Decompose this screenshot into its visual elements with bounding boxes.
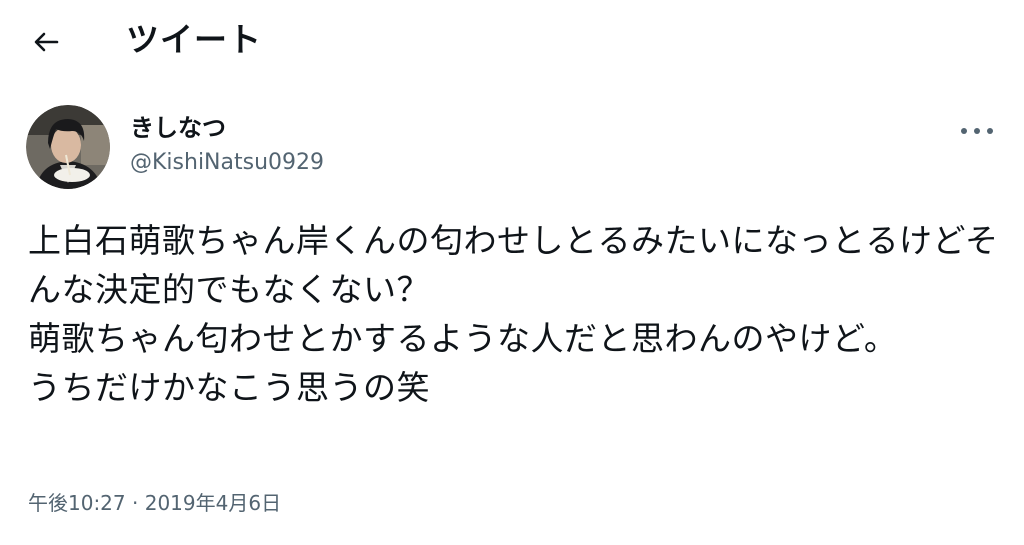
tweet-timestamp[interactable]: 午後10:27 · 2019年4月6日 — [28, 487, 281, 519]
tweet-text: 上白石萌歌ちゃん岸くんの匂わせしとるみたいになっとるけどそんな決定的でもなくない… — [28, 221, 999, 407]
more-horizontal-icon — [961, 128, 993, 134]
arrow-left-icon — [34, 32, 59, 52]
meta-separator: · — [132, 491, 139, 515]
page-title: ツイート — [126, 20, 262, 59]
back-button[interactable] — [24, 22, 68, 62]
author-username[interactable]: @KishiNatsu0929 — [130, 148, 324, 178]
avatar[interactable] — [26, 105, 110, 189]
tweet-detail-page: ツイート きしなつ @KishiNatsu0929 上白石萌歌ちゃん岸くんの匂わ… — [0, 0, 1024, 545]
more-button[interactable] — [952, 116, 1002, 146]
author-display-name[interactable]: きしなつ — [130, 112, 226, 144]
user-avatar — [26, 105, 110, 189]
tweet-date[interactable]: 2019年4月6日 — [145, 491, 281, 515]
header: ツイート — [0, 0, 1024, 82]
tweet-time[interactable]: 午後10:27 — [28, 491, 126, 515]
